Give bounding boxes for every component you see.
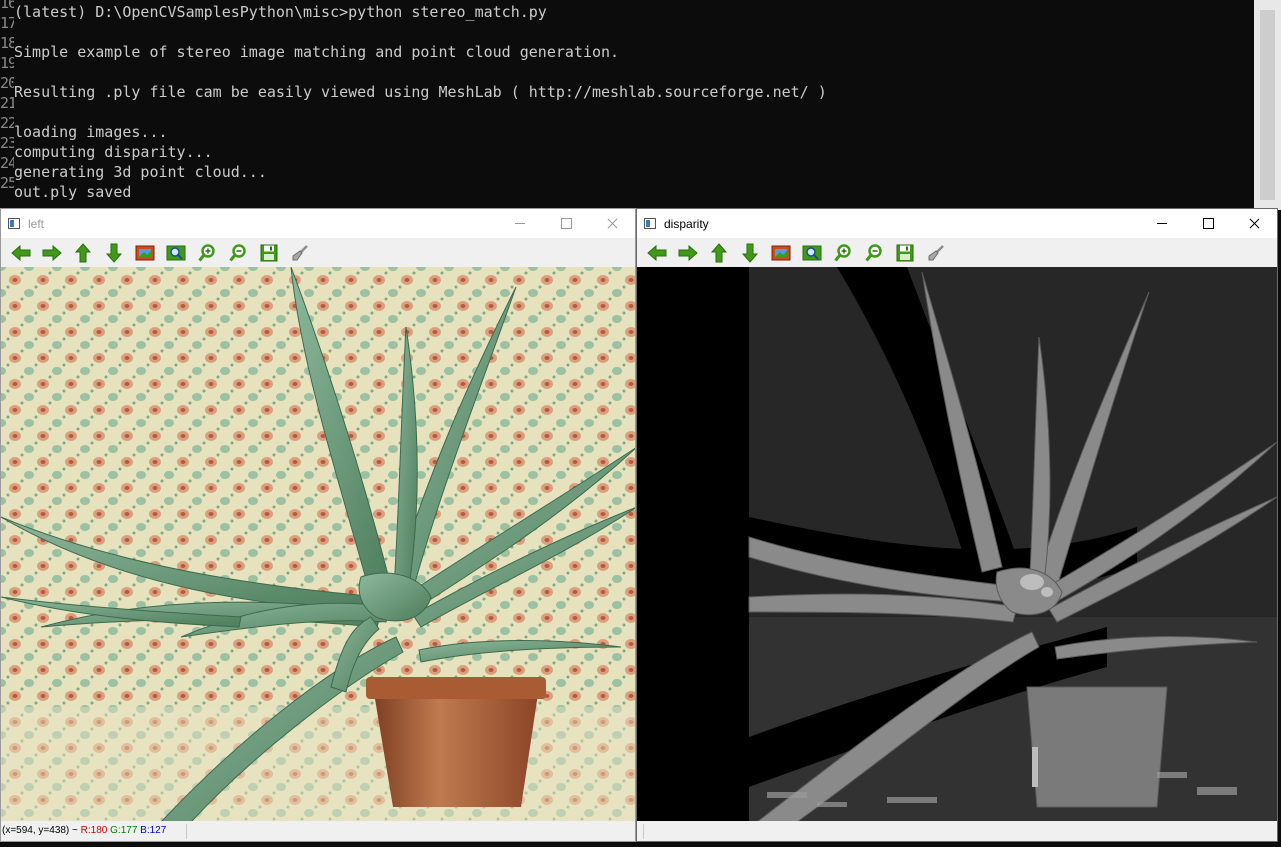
line-number-gutter: 16 17 18 19 20 21 22 23 24 25 xyxy=(0,0,14,210)
pan-up-button[interactable] xyxy=(703,238,734,267)
title-bar[interactable]: disparity xyxy=(637,209,1277,238)
zoom-original-icon xyxy=(135,244,155,262)
pan-down-button[interactable] xyxy=(734,238,765,267)
zoom-in-icon xyxy=(197,243,216,262)
image-canvas-disparity[interactable] xyxy=(637,267,1277,822)
pan-left-button[interactable] xyxy=(5,238,36,267)
maximize-button[interactable] xyxy=(543,209,589,238)
properties-icon xyxy=(927,244,945,262)
close-button[interactable] xyxy=(589,209,635,238)
line-number: 16 xyxy=(0,0,14,12)
save-button[interactable] xyxy=(889,238,920,267)
line-number: 24 xyxy=(0,154,14,172)
pan-left-icon xyxy=(646,244,667,262)
image-toolbar xyxy=(637,238,1277,267)
pan-down-icon xyxy=(741,243,759,263)
zoom-fit-icon xyxy=(802,244,822,262)
image-toolbar xyxy=(1,238,635,267)
pan-up-button[interactable] xyxy=(67,238,98,267)
pan-right-button[interactable] xyxy=(672,238,703,267)
pan-right-icon xyxy=(42,244,62,262)
line-number: 22 xyxy=(0,114,14,132)
terminal-line: Simple example of stereo image matching … xyxy=(14,43,620,61)
pan-up-icon xyxy=(710,242,728,263)
properties-icon xyxy=(291,244,309,262)
zoom-in-button[interactable] xyxy=(191,238,222,267)
window-app-icon xyxy=(644,218,656,229)
pixel-info: (x=594, y=438) ~ R:180 G:177 B:127 xyxy=(2,821,166,841)
terminal-line: Resulting .ply file cam be easily viewed… xyxy=(14,83,827,101)
line-number: 18 xyxy=(0,34,14,52)
maximize-button[interactable] xyxy=(1185,209,1231,238)
image-window-left[interactable]: left (x=594, y=438) ~ R:180 G:177 B:127 xyxy=(0,208,636,842)
pan-right-button[interactable] xyxy=(36,238,67,267)
terminal-line: out.ply saved xyxy=(14,183,132,201)
line-number: 20 xyxy=(0,74,14,92)
line-number: 17 xyxy=(0,14,14,32)
title-bar[interactable]: left xyxy=(1,209,635,238)
zoom-out-button[interactable] xyxy=(858,238,889,267)
zoom-out-icon xyxy=(864,243,883,262)
close-button[interactable] xyxy=(1231,209,1277,238)
status-bar xyxy=(637,821,1277,841)
zoom-fit-icon xyxy=(166,244,186,262)
line-number: 23 xyxy=(0,134,14,152)
image-window-disparity[interactable]: disparity xyxy=(636,208,1278,842)
pan-down-button[interactable] xyxy=(98,238,129,267)
pixel-red-value: R:180 xyxy=(80,825,108,836)
zoom-fit-button[interactable] xyxy=(160,238,191,267)
window-app-icon xyxy=(8,218,20,229)
image-canvas-left[interactable] xyxy=(1,267,635,822)
terminal-line: computing disparity... xyxy=(14,143,213,161)
line-number: 25 xyxy=(0,174,14,192)
pan-left-button[interactable] xyxy=(641,238,672,267)
zoom-out-icon xyxy=(228,243,247,262)
pixel-blue-value: B:127 xyxy=(140,825,167,836)
minimize-button[interactable] xyxy=(1139,209,1185,238)
save-icon xyxy=(260,244,278,262)
disparity-map xyxy=(637,267,1277,822)
save-button[interactable] xyxy=(253,238,284,267)
pan-left-icon xyxy=(10,244,31,262)
terminal-line-command: (latest) D:\OpenCVSamplesPython\misc>pyt… xyxy=(14,3,547,21)
line-number: 19 xyxy=(0,54,14,72)
status-separator xyxy=(643,824,644,839)
zoom-fit-button[interactable] xyxy=(796,238,827,267)
terminal-output[interactable]: (latest) D:\OpenCVSamplesPython\misc>pyt… xyxy=(14,0,1254,210)
pan-right-icon xyxy=(678,244,698,262)
minimize-button[interactable] xyxy=(497,209,543,238)
scrollbar-thumb[interactable] xyxy=(1260,10,1275,200)
zoom-original-button[interactable] xyxy=(129,238,160,267)
properties-button[interactable] xyxy=(920,238,951,267)
cursor-coordinates: (x=594, y=438) ~ xyxy=(2,825,81,836)
terminal-line: loading images... xyxy=(14,123,168,141)
aloe-photo xyxy=(1,267,635,822)
line-number: 21 xyxy=(0,94,14,112)
pan-down-icon xyxy=(105,243,123,263)
zoom-in-icon xyxy=(833,243,852,262)
zoom-original-button[interactable] xyxy=(765,238,796,267)
window-title: left xyxy=(28,216,45,231)
zoom-in-button[interactable] xyxy=(827,238,858,267)
zoom-original-icon xyxy=(771,244,791,262)
status-bar: (x=594, y=438) ~ R:180 G:177 B:127 xyxy=(1,821,635,841)
properties-button[interactable] xyxy=(284,238,315,267)
pan-up-icon xyxy=(74,242,92,263)
window-title: disparity xyxy=(664,216,709,231)
pixel-green-value: G:177 xyxy=(110,825,138,836)
terminal-line: generating 3d point cloud... xyxy=(14,163,267,181)
zoom-out-button[interactable] xyxy=(222,238,253,267)
status-separator xyxy=(186,824,187,839)
save-icon xyxy=(896,244,914,262)
terminal-scrollbar[interactable] xyxy=(1254,0,1281,210)
